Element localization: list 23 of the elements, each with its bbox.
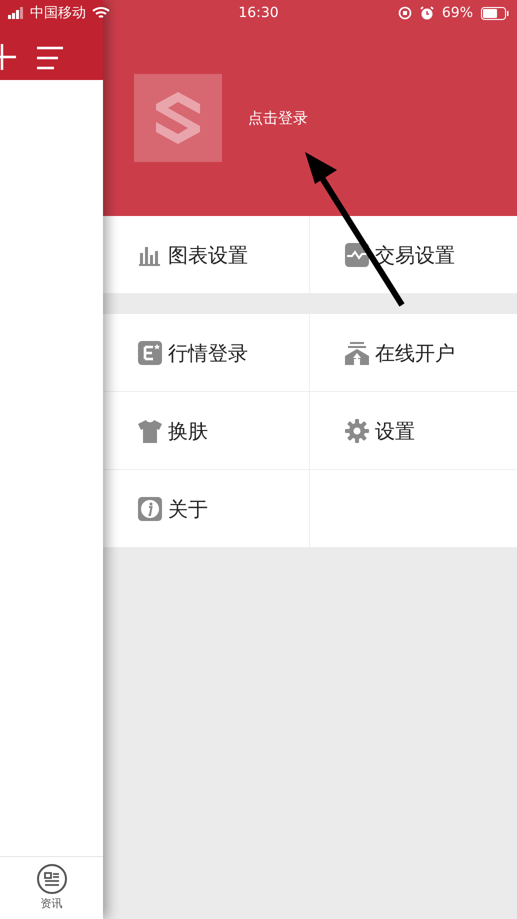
menu-item[interactable]: 在线开户 [310, 314, 517, 392]
house-icon [345, 340, 369, 364]
menu-item[interactable]: 行情登录 [103, 314, 310, 392]
info-icon [138, 496, 162, 520]
signal-icon [8, 7, 26, 19]
battery-percent: 69% [442, 4, 473, 22]
tab-label[interactable]: 资讯 [40, 896, 62, 913]
menu-item[interactable]: 设置 [310, 392, 517, 470]
menu-item[interactable]: 关于 [103, 470, 310, 548]
rotation-lock-icon [398, 6, 412, 20]
menu-item[interactable]: 换肤 [103, 392, 310, 470]
menu-item[interactable]: 图表设置 [103, 216, 310, 294]
alarm-icon [420, 6, 434, 20]
menu-icon[interactable] [36, 46, 64, 70]
letter-card-icon [138, 340, 162, 364]
carrier-name: 中国移动 [30, 4, 86, 22]
plus-icon[interactable] [0, 44, 16, 70]
wifi-icon [92, 6, 110, 20]
status-time: 16:30 [238, 4, 279, 20]
tshirt-icon [138, 418, 162, 442]
battery-icon [481, 6, 509, 20]
news-icon[interactable] [36, 863, 68, 896]
login-link[interactable]: 点击登录 [248, 106, 308, 130]
